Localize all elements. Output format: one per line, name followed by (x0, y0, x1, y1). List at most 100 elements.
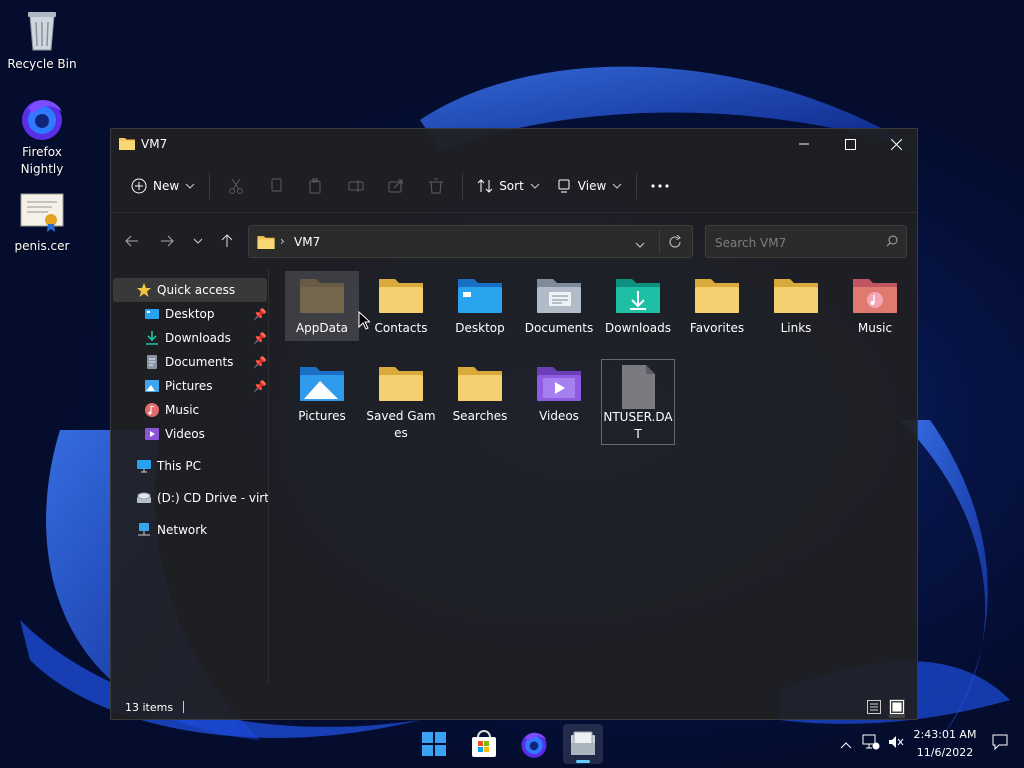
recent-locations-button[interactable] (184, 229, 212, 253)
desktop-icon-certificate[interactable]: penis.cer (1, 188, 83, 255)
forward-button[interactable] (153, 229, 181, 253)
taskbar-store-button[interactable] (464, 724, 504, 764)
file-item-desktop[interactable]: Desktop (443, 271, 517, 337)
network-status-icon[interactable] (862, 734, 880, 753)
file-item-label: Links (780, 321, 812, 335)
close-button[interactable] (873, 129, 919, 159)
document-icon (147, 355, 157, 369)
new-button[interactable]: New (123, 170, 203, 202)
pin-icon: 📌 (253, 379, 267, 393)
share-icon (388, 179, 403, 192)
view-icon (558, 179, 570, 192)
folder-hidden-icon (298, 275, 346, 315)
file-item-label: Desktop (455, 321, 505, 335)
taskbar-firefox-nightly-button[interactable] (514, 724, 554, 764)
recycle-bin-icon (18, 6, 66, 54)
file-item-favorites[interactable]: Favorites (680, 271, 754, 337)
sidebar-item-network[interactable]: Network (113, 518, 267, 542)
plus-circle-icon (131, 178, 147, 193)
file-item-label: Searches (452, 409, 508, 423)
sidebar-item-downloads[interactable]: Downloads 📌 (113, 326, 267, 350)
clock-time: 2:43:01 AM (913, 728, 977, 741)
sidebar-item-this-pc[interactable]: This PC (113, 454, 267, 478)
maximize-button[interactable] (827, 129, 873, 159)
sidebar-item-documents[interactable]: Documents 📌 (113, 350, 267, 374)
command-bar: New Sort View (111, 159, 917, 213)
file-view: AppData Contacts Desktop Documents Downloads… (271, 269, 917, 685)
desktop-icon-recycle-bin[interactable]: Recycle Bin (1, 6, 83, 73)
notifications-button[interactable] (992, 734, 1008, 753)
rename-button[interactable] (336, 170, 376, 202)
folder-icon (119, 136, 135, 153)
details-view-button[interactable] (867, 700, 881, 717)
clock-date: 11/6/2022 (916, 746, 974, 759)
navigation-pane: Quick access Desktop 📌 Downloads 📌 Docum… (111, 269, 269, 685)
address-history-button[interactable] (635, 238, 645, 252)
file-item-links[interactable]: Links (759, 271, 833, 337)
folder-icon (377, 275, 425, 315)
network-icon (138, 523, 150, 536)
cd-drive-icon (137, 492, 151, 503)
file-item-ntuser-dat[interactable]: NTUSER.DAT (601, 359, 675, 445)
music-icon (145, 403, 159, 417)
copy-button[interactable] (256, 170, 296, 202)
file-item-saved-games[interactable]: Saved Games (364, 359, 438, 442)
desktop-icon-firefox-nightly[interactable]: Firefox Nightly (1, 94, 83, 178)
file-item-label: Documents (524, 321, 594, 335)
refresh-button[interactable] (668, 234, 682, 252)
file-item-music[interactable]: Music (838, 271, 912, 337)
sort-icon (477, 178, 493, 193)
file-item-searches[interactable]: Searches (443, 359, 517, 425)
file-item-downloads[interactable]: Downloads (601, 271, 675, 337)
paste-icon (309, 178, 321, 193)
arrow-left-icon (125, 235, 138, 247)
delete-button[interactable] (416, 170, 456, 202)
folder-desktop-icon (456, 275, 504, 315)
more-options-button[interactable] (643, 170, 677, 202)
details-view-icon (867, 700, 881, 714)
taskbar: 2:43:01 AM 11/6/2022 (0, 720, 1024, 768)
folder-icon (377, 363, 425, 403)
chat-bubble-icon (992, 734, 1008, 751)
file-item-contacts[interactable]: Contacts (364, 271, 438, 337)
close-icon (890, 138, 902, 150)
file-explorer-window: VM7 New Sort View › VM7 Search VM7 Quick… (110, 128, 918, 720)
file-item-documents[interactable]: Documents (522, 271, 596, 337)
share-button[interactable] (376, 170, 416, 202)
sidebar-item-desktop[interactable]: Desktop 📌 (113, 302, 267, 326)
clock[interactable]: 2:43:01 AM 11/6/2022 (910, 726, 980, 762)
sidebar-item-quick-access[interactable]: Quick access (113, 278, 267, 302)
folder-icon (257, 234, 275, 252)
sidebar-item-music[interactable]: Music (113, 398, 267, 422)
separator (636, 172, 638, 199)
file-item-pictures[interactable]: Pictures (285, 359, 359, 425)
address-bar[interactable]: › VM7 (248, 225, 693, 258)
back-button[interactable] (118, 229, 146, 253)
chevron-down-icon (635, 242, 645, 248)
large-icons-view-button[interactable] (889, 699, 905, 718)
sidebar-item-cd-drive[interactable]: (D:) CD Drive - virtio-win (113, 486, 268, 510)
volume-muted-icon[interactable] (888, 734, 904, 753)
breadcrumb-item[interactable]: VM7 (294, 235, 320, 249)
show-hidden-icons-button[interactable] (840, 738, 852, 752)
video-icon (145, 428, 159, 440)
taskbar-file-explorer-button[interactable] (563, 724, 603, 764)
up-button[interactable] (213, 229, 241, 253)
minimize-button[interactable] (781, 129, 827, 159)
store-icon (472, 730, 496, 757)
file-item-videos[interactable]: Videos (522, 359, 596, 425)
search-input[interactable]: Search VM7 (705, 225, 907, 258)
sidebar-item-videos[interactable]: Videos (113, 422, 267, 446)
cut-button[interactable] (216, 170, 256, 202)
start-button[interactable] (414, 724, 454, 764)
sidebar-item-pictures[interactable]: Pictures 📌 (113, 374, 267, 398)
paste-button[interactable] (296, 170, 336, 202)
large-icons-view-icon (890, 700, 904, 714)
firefox-nightly-icon (18, 94, 66, 142)
active-app-indicator (576, 760, 590, 763)
download-icon (146, 331, 158, 345)
view-button[interactable]: View (548, 170, 630, 202)
folder-icon (456, 363, 504, 403)
sort-button[interactable]: Sort (469, 170, 548, 202)
file-item-appdata[interactable]: AppData (285, 271, 359, 341)
